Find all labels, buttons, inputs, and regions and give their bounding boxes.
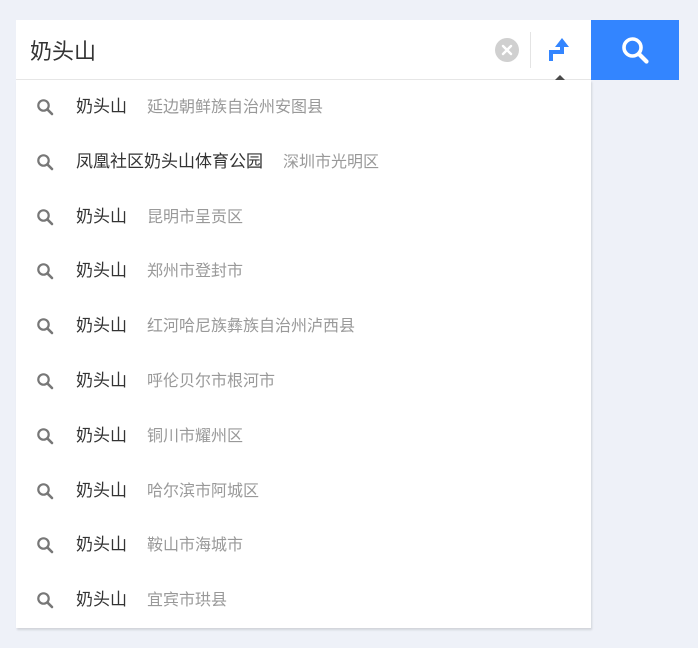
suggestion-text: 奶头山 昆明市呈贡区	[76, 190, 243, 245]
search-icon	[36, 208, 54, 226]
suggestion-text: 奶头山 延边朝鲜族自治州安图县	[76, 80, 323, 135]
suggestion-item[interactable]: 奶头山 鞍山市海城市	[16, 518, 591, 573]
suggestion-list: 奶头山 延边朝鲜族自治州安图县 凤凰社区奶头山体育公园 深圳市光明区 奶头山 昆明市呈贡区…	[16, 80, 591, 628]
search-icon	[36, 372, 54, 390]
route-button[interactable]	[542, 34, 574, 66]
suggestion-name: 奶头山	[76, 590, 127, 611]
suggestion-region: 昆明市呈贡区	[147, 206, 244, 226]
suggestion-region: 郑州市登封市	[147, 261, 244, 281]
divider	[530, 32, 531, 68]
suggestion-region: 延边朝鲜族自治州安图县	[147, 97, 324, 116]
suggestion-item[interactable]: 奶头山 红河哈尼族彝族自治州泸西县	[16, 299, 591, 354]
map-search-panel: 路线 奶头山延边朝鲜族自治州安图县凤凰社区奶头山体育公园深圳市光明区奶头山昆明市…	[0, 0, 698, 648]
search-icon	[36, 591, 54, 609]
search-icon	[36, 153, 54, 171]
suggestion-name: 奶头山	[76, 425, 127, 446]
suggestion-item[interactable]: 奶头山 呼伦贝尔市根河市	[16, 354, 591, 409]
suggestion-item[interactable]: 奶头山 郑州市登封市	[16, 244, 591, 299]
search-box	[16, 20, 591, 80]
suggestion-region: 铜川市耀州区	[147, 425, 244, 445]
suggestion-region: 呼伦贝尔市根河市	[147, 370, 276, 390]
suggestion-region: 哈尔滨市阿城区	[147, 480, 260, 500]
search-button[interactable]	[591, 20, 679, 80]
suggestion-name: 奶头山	[76, 480, 127, 501]
search-icon	[36, 262, 54, 280]
search-icon	[36, 317, 54, 335]
suggestion-item[interactable]: 奶头山 延边朝鲜族自治州安图县	[16, 80, 591, 135]
suggestion-name: 奶头山	[76, 370, 127, 391]
search-icon	[36, 98, 54, 116]
suggestion-name: 奶头山	[76, 206, 127, 227]
clear-button[interactable]	[495, 38, 519, 62]
suggestion-text: 奶头山 呼伦贝尔市根河市	[76, 354, 275, 409]
suggestion-text: 奶头山 铜川市耀州区	[76, 409, 243, 464]
suggestion-item[interactable]: 奶头山 铜川市耀州区	[16, 409, 591, 464]
suggestion-text: 奶头山 鞍山市海城市	[76, 518, 243, 573]
suggestion-name: 奶头山	[76, 316, 127, 337]
search-input[interactable]	[16, 20, 486, 79]
suggestion-text: 奶头山 红河哈尼族彝族自治州泸西县	[76, 299, 355, 354]
suggestion-item[interactable]: 奶头山 哈尔滨市阿城区	[16, 464, 591, 519]
suggestion-item[interactable]: 奶头山 宜宾市珙县	[16, 573, 591, 628]
suggestion-region: 宜宾市珙县	[147, 590, 228, 610]
suggestion-text: 奶头山 郑州市登封市	[76, 244, 243, 299]
suggestion-text: 奶头山 哈尔滨市阿城区	[76, 464, 259, 519]
suggestion-region: 红河哈尼族彝族自治州泸西县	[147, 316, 356, 336]
suggestion-region: 鞍山市海城市	[147, 535, 244, 555]
suggestion-name: 奶头山	[76, 261, 127, 282]
suggestion-item[interactable]: 奶头山 昆明市呈贡区	[16, 190, 591, 245]
suggestion-region: 深圳市光明区	[283, 151, 380, 171]
suggestion-text: 奶头山 宜宾市珙县	[76, 573, 227, 628]
suggestion-text: 凤凰社区奶头山体育公园 深圳市光明区	[76, 135, 379, 190]
suggestion-name: 奶头山	[76, 97, 127, 117]
suggestion-item[interactable]: 凤凰社区奶头山体育公园 深圳市光明区	[16, 135, 591, 190]
suggestion-name: 奶头山	[76, 535, 127, 556]
route-icon	[549, 38, 569, 61]
search-icon	[36, 536, 54, 554]
search-icon	[622, 37, 649, 64]
search-icon	[36, 427, 54, 445]
clear-icon	[501, 44, 513, 56]
suggestion-name: 凤凰社区奶头山体育公园	[76, 151, 263, 172]
search-icon	[36, 482, 54, 500]
